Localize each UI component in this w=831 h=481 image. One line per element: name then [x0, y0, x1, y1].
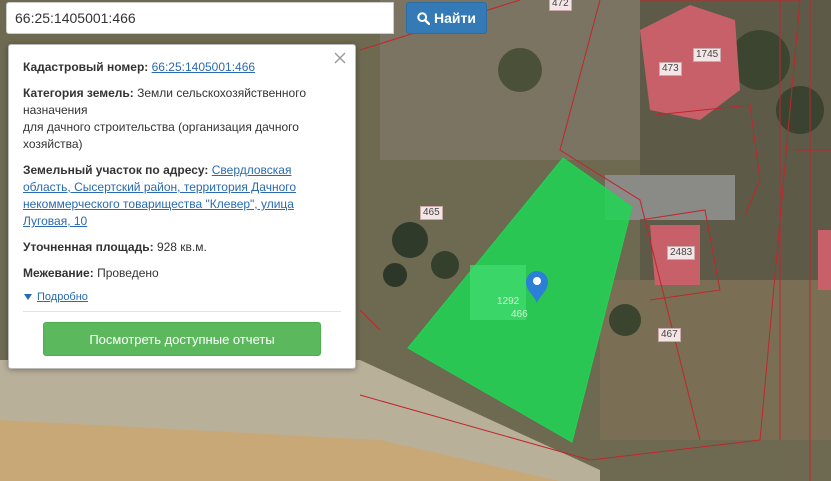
details-link[interactable]: Подробно: [37, 291, 88, 303]
search-input[interactable]: [6, 2, 394, 34]
building: [818, 230, 831, 290]
map-label: 465: [420, 206, 443, 220]
land-category-value-2: для дачного строительства (организация д…: [23, 120, 299, 151]
land-category-label: Категория земель:: [23, 86, 134, 100]
area-row: Уточненная площадь: 928 кв.м.: [23, 239, 341, 256]
survey-value: Проведено: [97, 266, 159, 280]
tree: [392, 222, 428, 258]
tree: [776, 86, 824, 134]
terrain-patch: [600, 280, 831, 440]
survey-label: Межевание:: [23, 266, 94, 280]
map-label: 467: [658, 328, 681, 342]
search-button[interactable]: Найти: [406, 2, 487, 34]
tree: [383, 263, 407, 287]
address-row: Земельный участок по адресу: Свердловска…: [23, 162, 341, 230]
parcel-label: 466: [511, 309, 528, 320]
tree: [431, 251, 459, 279]
cadastral-number-label: Кадастровый номер:: [23, 60, 149, 74]
map-label: 472: [549, 0, 572, 11]
tree: [498, 48, 542, 92]
map-label: 473: [659, 62, 682, 76]
search-icon: [417, 11, 431, 25]
land-category-row: Категория земель: Земли сельскохозяйстве…: [23, 85, 341, 153]
area-value: 928 кв.м.: [156, 240, 207, 254]
close-icon[interactable]: [333, 51, 347, 65]
map-label: 1745: [693, 48, 722, 62]
view-reports-button[interactable]: Посмотреть доступные отчеты: [43, 322, 321, 356]
parcel-label: 1292: [497, 296, 520, 307]
tree: [609, 304, 641, 336]
survey-row: Межевание: Проведено: [23, 265, 341, 282]
cadastral-number-link[interactable]: 66:25:1405001:466: [152, 60, 255, 74]
address-label: Земельный участок по адресу:: [23, 163, 209, 177]
caret-down-icon: [24, 294, 32, 300]
cadastral-number-row: Кадастровый номер: 66:25:1405001:466: [23, 59, 341, 76]
search-button-label: Найти: [434, 10, 476, 26]
map-label: 2483: [667, 246, 696, 260]
divider: [23, 311, 341, 312]
area-label: Уточненная площадь:: [23, 240, 154, 254]
parcel-info-panel: Кадастровый номер: 66:25:1405001:466 Кат…: [8, 44, 356, 369]
details-toggle[interactable]: Подробно: [23, 291, 341, 303]
